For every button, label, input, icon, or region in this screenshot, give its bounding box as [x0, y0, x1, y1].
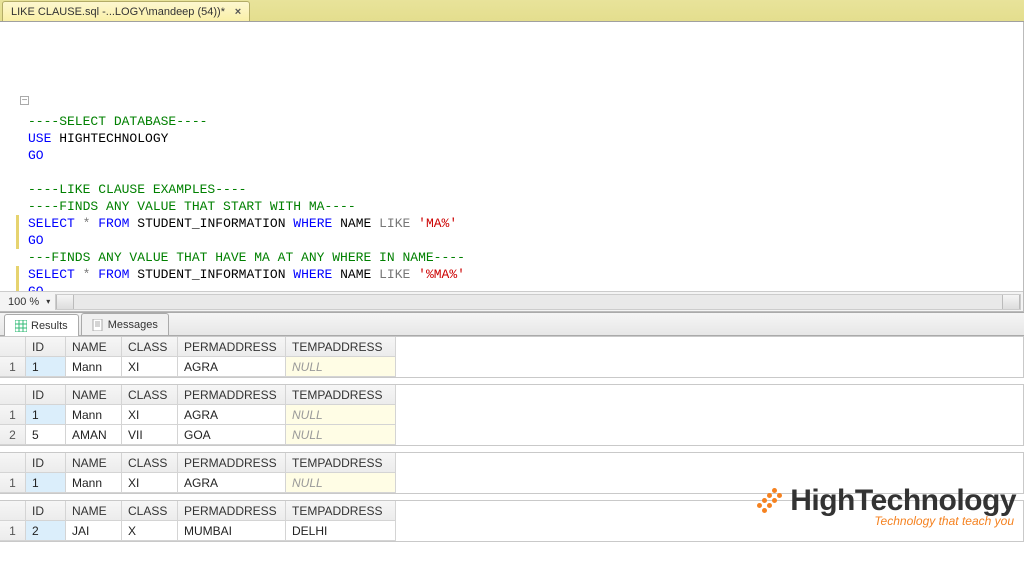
- sql-editor[interactable]: − ----SELECT DATABASE----USE HIGHTECHNOL…: [0, 22, 1023, 291]
- column-header[interactable]: TEMPADDRESS: [286, 453, 396, 473]
- table-row[interactable]: 11MannXIAGRANULL: [0, 405, 1023, 425]
- cell[interactable]: AMAN: [66, 425, 122, 445]
- cell[interactable]: MUMBAI: [178, 521, 286, 541]
- cell[interactable]: 1: [26, 357, 66, 377]
- cell[interactable]: NULL: [286, 357, 396, 377]
- column-header[interactable]: PERMADDRESS: [178, 501, 286, 521]
- column-header[interactable]: CLASS: [122, 453, 178, 473]
- result-grid[interactable]: IDNAMECLASSPERMADDRESSTEMPADDRESS11MannX…: [0, 452, 1024, 494]
- cell[interactable]: Mann: [66, 405, 122, 425]
- cell[interactable]: NULL: [286, 405, 396, 425]
- column-header[interactable]: CLASS: [122, 385, 178, 405]
- page-icon: [92, 319, 104, 331]
- table-row[interactable]: 11MannXIAGRANULL: [0, 473, 1023, 493]
- cell[interactable]: XI: [122, 405, 178, 425]
- result-grid[interactable]: IDNAMECLASSPERMADDRESSTEMPADDRESS12JAIXM…: [0, 500, 1024, 542]
- cell[interactable]: VII: [122, 425, 178, 445]
- row-selector-header[interactable]: [0, 453, 26, 473]
- cell[interactable]: 1: [26, 405, 66, 425]
- column-header[interactable]: NAME: [66, 385, 122, 405]
- results-pane[interactable]: HighTechnology Technology that teach you…: [0, 336, 1024, 582]
- row-number[interactable]: 1: [0, 473, 26, 493]
- cell[interactable]: JAI: [66, 521, 122, 541]
- chevron-down-icon[interactable]: ▾: [43, 297, 53, 307]
- tab-messages-label: Messages: [108, 319, 158, 331]
- column-header[interactable]: TEMPADDRESS: [286, 337, 396, 357]
- table-header-row: IDNAMECLASSPERMADDRESSTEMPADDRESS: [0, 453, 1023, 473]
- code-line: ----SELECT DATABASE----: [28, 113, 1023, 130]
- column-header[interactable]: TEMPADDRESS: [286, 501, 396, 521]
- cell[interactable]: XI: [122, 473, 178, 493]
- code-line: SELECT * FROM STUDENT_INFORMATION WHERE …: [28, 266, 1023, 283]
- tab-messages[interactable]: Messages: [81, 313, 169, 335]
- table-header-row: IDNAMECLASSPERMADDRESSTEMPADDRESS: [0, 501, 1023, 521]
- code-line: ----FINDS ANY VALUE THAT START WITH MA--…: [28, 198, 1023, 215]
- row-number[interactable]: 1: [0, 405, 26, 425]
- cell[interactable]: DELHI: [286, 521, 396, 541]
- horizontal-scrollbar[interactable]: [55, 294, 1021, 310]
- column-header[interactable]: PERMADDRESS: [178, 337, 286, 357]
- result-grid[interactable]: IDNAMECLASSPERMADDRESSTEMPADDRESS11MannX…: [0, 384, 1024, 446]
- cell[interactable]: Mann: [66, 473, 122, 493]
- code-line: ---FINDS ANY VALUE THAT HAVE MA AT ANY W…: [28, 249, 1023, 266]
- code-line: GO: [28, 147, 1023, 164]
- tab-results[interactable]: Results: [4, 314, 79, 336]
- cell[interactable]: XI: [122, 357, 178, 377]
- column-header[interactable]: NAME: [66, 453, 122, 473]
- cell[interactable]: 1: [26, 473, 66, 493]
- cell[interactable]: AGRA: [178, 473, 286, 493]
- close-icon[interactable]: ×: [231, 5, 245, 19]
- cell[interactable]: 5: [26, 425, 66, 445]
- row-number[interactable]: 1: [0, 521, 26, 541]
- column-header[interactable]: ID: [26, 337, 66, 357]
- query-tabstrip: LIKE CLAUSE.sql -...LOGY\mandeep (54))* …: [0, 0, 1024, 22]
- code-line: GO: [28, 232, 1023, 249]
- editor-statusbar: 100 % ▾: [0, 291, 1023, 311]
- change-marker: [16, 266, 19, 291]
- code-line: SELECT * FROM STUDENT_INFORMATION WHERE …: [28, 215, 1023, 232]
- query-tab[interactable]: LIKE CLAUSE.sql -...LOGY\mandeep (54))* …: [2, 1, 250, 21]
- column-header[interactable]: NAME: [66, 337, 122, 357]
- change-marker: [16, 215, 19, 249]
- row-selector-header[interactable]: [0, 501, 26, 521]
- fold-toggle-icon[interactable]: −: [20, 96, 29, 105]
- column-header[interactable]: TEMPADDRESS: [286, 385, 396, 405]
- column-header[interactable]: CLASS: [122, 337, 178, 357]
- code-line: GO: [28, 283, 1023, 291]
- code-line: ----LIKE CLAUSE EXAMPLES----: [28, 181, 1023, 198]
- row-number[interactable]: 1: [0, 357, 26, 377]
- column-header[interactable]: PERMADDRESS: [178, 385, 286, 405]
- table-header-row: IDNAMECLASSPERMADDRESSTEMPADDRESS: [0, 337, 1023, 357]
- column-header[interactable]: ID: [26, 385, 66, 405]
- cell[interactable]: 2: [26, 521, 66, 541]
- table-row[interactable]: 25AMANVIIGOANULL: [0, 425, 1023, 445]
- cell[interactable]: X: [122, 521, 178, 541]
- code-line: USE HIGHTECHNOLOGY: [28, 130, 1023, 147]
- table-row[interactable]: 11MannXIAGRANULL: [0, 357, 1023, 377]
- cell[interactable]: NULL: [286, 425, 396, 445]
- column-header[interactable]: ID: [26, 501, 66, 521]
- results-tabstrip: Results Messages: [0, 312, 1024, 336]
- row-number[interactable]: 2: [0, 425, 26, 445]
- code-line: [28, 164, 1023, 181]
- cell[interactable]: AGRA: [178, 405, 286, 425]
- column-header[interactable]: NAME: [66, 501, 122, 521]
- zoom-level[interactable]: 100 %: [0, 296, 43, 308]
- cell[interactable]: Mann: [66, 357, 122, 377]
- column-header[interactable]: ID: [26, 453, 66, 473]
- column-header[interactable]: PERMADDRESS: [178, 453, 286, 473]
- row-selector-header[interactable]: [0, 337, 26, 357]
- editor-pane: − ----SELECT DATABASE----USE HIGHTECHNOL…: [0, 22, 1024, 312]
- cell[interactable]: NULL: [286, 473, 396, 493]
- table-header-row: IDNAMECLASSPERMADDRESSTEMPADDRESS: [0, 385, 1023, 405]
- cell[interactable]: AGRA: [178, 357, 286, 377]
- cell[interactable]: GOA: [178, 425, 286, 445]
- column-header[interactable]: CLASS: [122, 501, 178, 521]
- query-tab-title: LIKE CLAUSE.sql -...LOGY\mandeep (54))*: [11, 6, 225, 18]
- row-selector-header[interactable]: [0, 385, 26, 405]
- result-grid[interactable]: IDNAMECLASSPERMADDRESSTEMPADDRESS11MannX…: [0, 336, 1024, 378]
- table-row[interactable]: 12JAIXMUMBAIDELHI: [0, 521, 1023, 541]
- grid-icon: [15, 320, 27, 332]
- tab-results-label: Results: [31, 320, 68, 332]
